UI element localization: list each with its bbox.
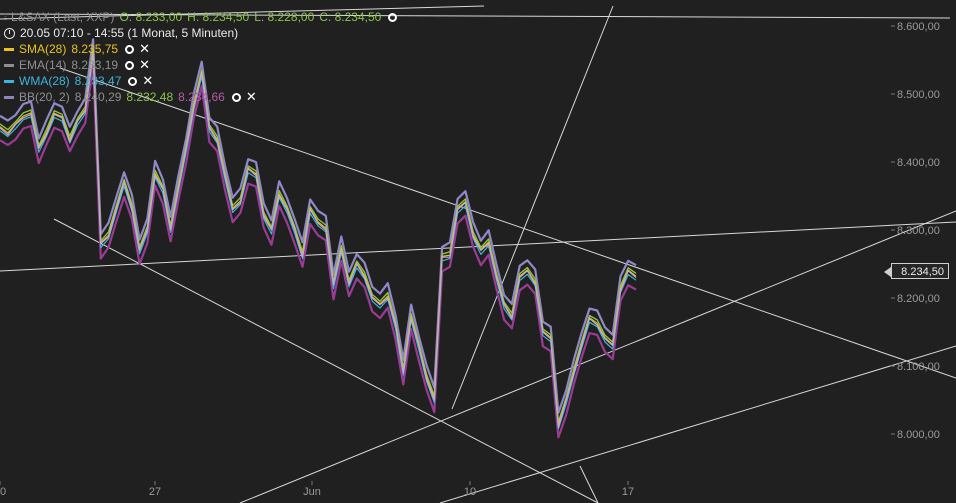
trendline (439, 345, 956, 503)
sma-settings-icon[interactable] (125, 44, 135, 54)
y-tick-label: 8.000,00 (897, 429, 940, 441)
trendline (53, 218, 599, 503)
y-tick-label: 8.600,00 (897, 21, 940, 33)
x-tick-label: 10 (464, 486, 476, 498)
legend-sma-row: SMA(28) 8.235,75 ✕ (4, 41, 402, 57)
trendline (579, 465, 599, 503)
wma-settings-icon[interactable] (128, 76, 138, 86)
wma-label: WMA(28) (19, 74, 70, 88)
y-tick-label: 8.400,00 (897, 157, 940, 169)
close-value: C: 8.234,50 (319, 10, 382, 24)
x-tick-label: 17 (622, 486, 634, 498)
y-tick-label: 8.100,00 (897, 361, 940, 373)
x-axis: 20 27 Jun 10 17 (0, 481, 634, 498)
y-tick-label: 8.300,00 (897, 225, 940, 237)
ema-settings-icon[interactable] (125, 60, 135, 70)
ema-swatch (4, 63, 14, 67)
open-value: O: 8.233,00 (119, 10, 183, 24)
legend-bb-row: BB(20, 2) 8.240,29 8.232,48 8.234,66 ✕ (4, 89, 402, 105)
bb-mid-value: 8.240,29 (74, 90, 122, 104)
chart-legend: ⦙⦙ L&SAX (Last, XXP) O: 8.233,00 H: 8.23… (4, 9, 402, 105)
wma-remove-icon[interactable]: ✕ (142, 73, 153, 89)
legend-ema-row: EMA(14) 8.233,19 ✕ (4, 57, 402, 73)
ema-remove-icon[interactable]: ✕ (139, 57, 150, 73)
x-tick-label: 27 (149, 486, 161, 498)
bb-upper-value: 8.232,48 (126, 90, 174, 104)
symbol-name: L&SAX (Last, XXP) (11, 10, 115, 24)
y-tick-label: 8.500,00 (897, 89, 940, 101)
legend-wma-row: WMA(28) 8.233,47 ✕ (4, 73, 402, 89)
legend-period-row: 20.05 07:10 - 14:55 (1 Monat, 5 Minuten) (4, 25, 402, 41)
legend-symbol-row: ⦙⦙ L&SAX (Last, XXP) O: 8.233,00 H: 8.23… (4, 9, 402, 25)
period-text: 20.05 07:10 - 14:55 (1 Monat, 5 Minuten) (20, 26, 239, 40)
trendline (239, 210, 956, 503)
current-price-tag: 8.234,50 (884, 263, 949, 279)
high-value: H: 8.234,50 (187, 10, 250, 24)
bb-swatch (4, 95, 14, 99)
x-tick-label: 20 (0, 486, 6, 498)
bb-lower-value: 8.234,66 (178, 90, 225, 104)
bb-settings-icon[interactable] (231, 92, 241, 102)
trendline (451, 5, 614, 410)
bb-remove-icon[interactable]: ✕ (246, 89, 257, 105)
y-tick-label: 8.200,00 (897, 293, 940, 305)
sma-value: 8.235,75 (71, 42, 119, 56)
ema-value: 8.233,19 (71, 58, 119, 72)
sma-remove-icon[interactable]: ✕ (139, 41, 150, 57)
sma-swatch (4, 47, 14, 51)
chart-type-icon[interactable]: ⦙⦙ (4, 9, 7, 25)
wma-swatch (4, 79, 14, 83)
y-axis: 8.600,00 8.500,00 8.400,00 8.300,00 8.200,00… (891, 21, 940, 441)
sma-label: SMA(28) (19, 42, 67, 56)
wma-value: 8.233,47 (74, 74, 122, 88)
bb-label: BB(20, 2) (19, 90, 70, 104)
low-value: L: 8.228,00 (254, 10, 315, 24)
ema-label: EMA(14) (19, 58, 67, 72)
settings-icon[interactable] (388, 12, 398, 22)
clock-icon (4, 27, 15, 39)
x-tick-label: Jun (303, 486, 321, 498)
